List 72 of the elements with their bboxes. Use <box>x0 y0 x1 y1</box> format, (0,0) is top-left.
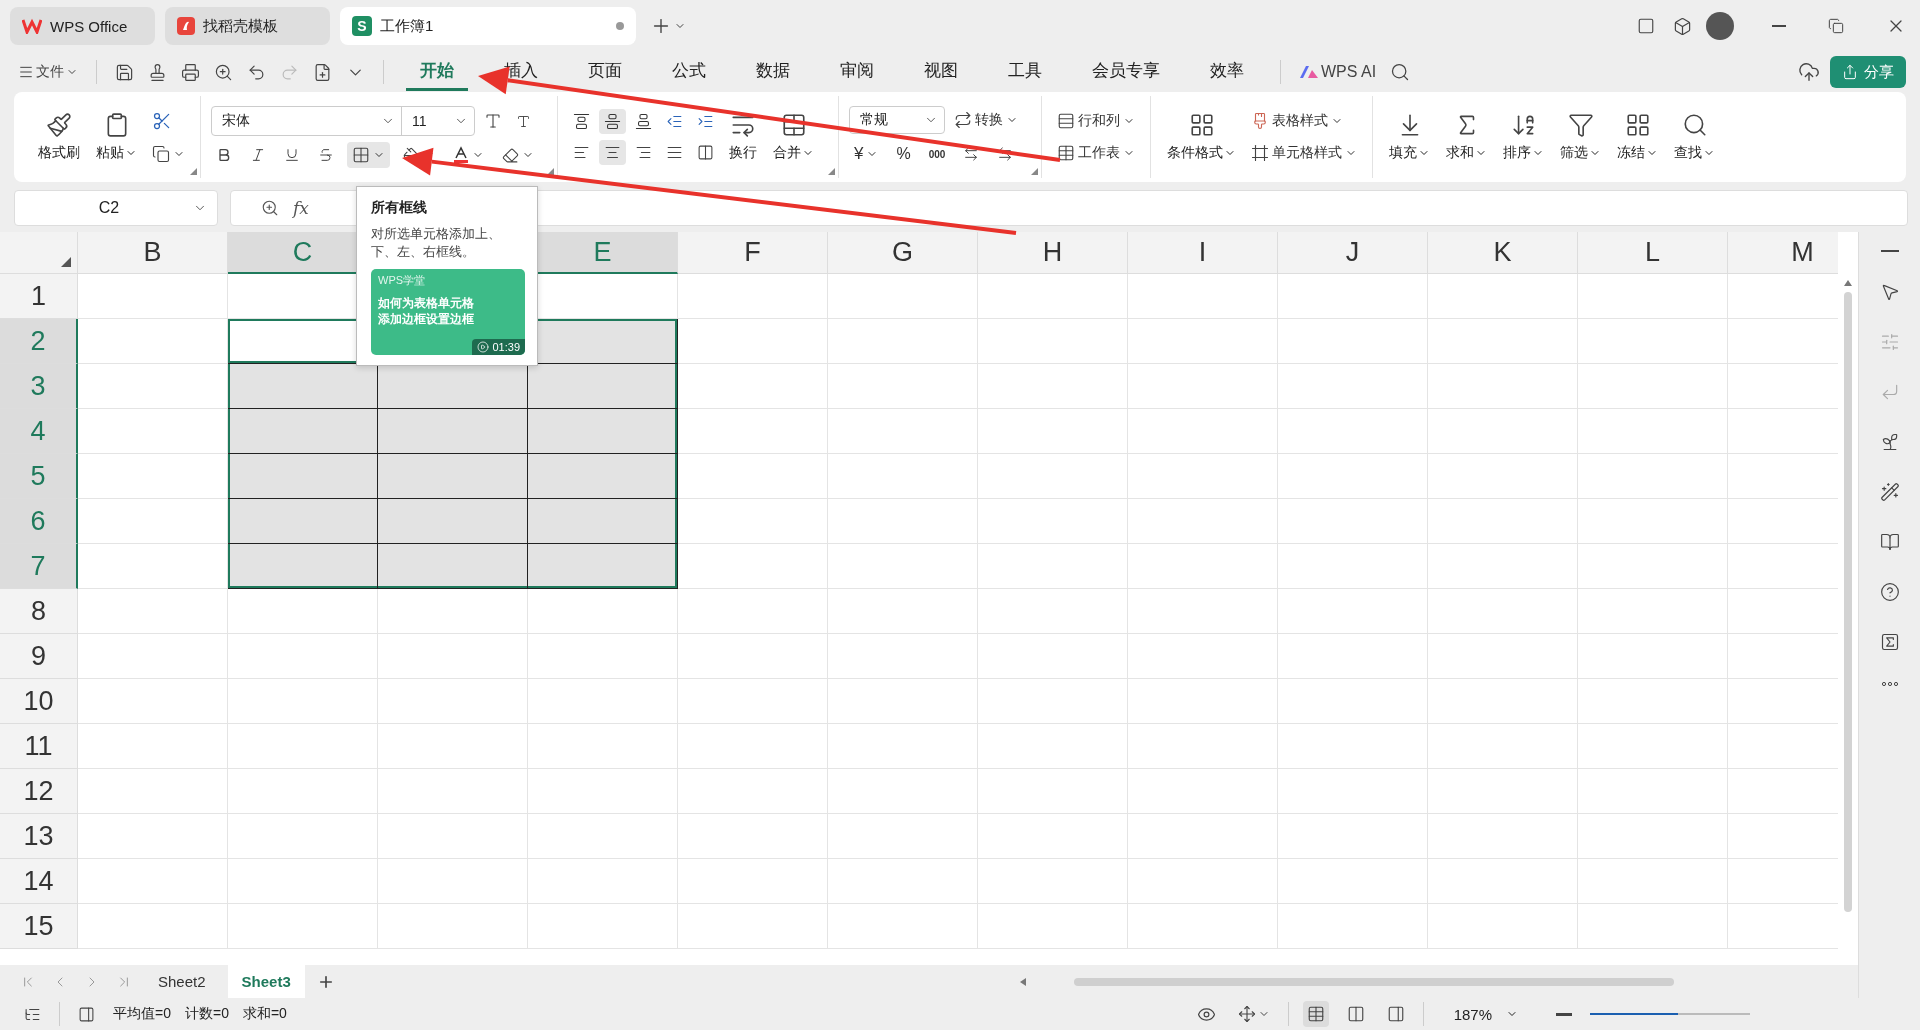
zoom-reading: 187% <box>1453 1005 1492 1023</box>
tool-button[interactable]: 排序 <box>1497 108 1550 166</box>
conditional-format-button[interactable]: 条件格式 <box>1161 108 1242 166</box>
video-brand: WPS学堂 <box>378 273 426 289</box>
worksheet-button[interactable]: 工作表 <box>1052 140 1140 166</box>
sheet-badge: S <box>352 16 372 36</box>
row-header[interactable]: 9 <box>0 634 78 679</box>
row-header[interactable]: 11 <box>0 724 78 769</box>
column-header[interactable]: M <box>1728 232 1838 274</box>
window-tab[interactable]: S 工作簿1 <box>340 7 636 45</box>
ribbon-tab[interactable]: 视图 <box>910 53 972 91</box>
tool-button[interactable]: 填充 <box>1383 108 1436 166</box>
column-header[interactable]: K <box>1428 232 1578 274</box>
convert-button[interactable]: 转换 <box>949 107 1023 133</box>
row-header[interactable]: 15 <box>0 904 78 949</box>
row-header[interactable]: 12 <box>0 769 78 814</box>
column-header[interactable]: B <box>78 232 228 274</box>
currency-button[interactable]: ¥ <box>849 140 884 168</box>
status-stat: 求和=0 <box>242 1005 287 1023</box>
row-header[interactable]: 14 <box>0 859 78 904</box>
ai-button[interactable]: WPS AI <box>1295 59 1381 85</box>
column-header[interactable]: F <box>678 232 828 274</box>
ribbon-tab[interactable]: 数据 <box>742 53 804 91</box>
ribbon-tab[interactable]: 工具 <box>994 53 1056 91</box>
row-header[interactable]: 3 <box>0 364 78 409</box>
table-style-button[interactable]: 表格样式 <box>1246 108 1362 134</box>
ribbon-tab[interactable]: 审阅 <box>826 53 888 91</box>
rows-cols-button[interactable]: 行和列 <box>1052 108 1140 134</box>
column-header[interactable]: L <box>1578 232 1728 274</box>
cell-style-button[interactable]: 单元格样式 <box>1246 140 1362 166</box>
status-stat: 平均值=0 <box>113 1005 171 1023</box>
ribbon-tab[interactable]: 效率 <box>1196 53 1258 91</box>
ribbon-tab[interactable]: 会员专享 <box>1078 53 1174 91</box>
ribbon-tab[interactable]: 页面 <box>574 53 636 91</box>
wrap-button[interactable]: 换行 <box>723 108 763 166</box>
row-header[interactable]: 5 <box>0 454 78 499</box>
sheet-tab[interactable]: Sheet3 <box>227 965 305 998</box>
column-header[interactable]: H <box>978 232 1128 274</box>
video-thumbnail[interactable]: WPS学堂 如何为表格单元格 添加边框设置边框 01:39 <box>371 269 525 356</box>
row-header[interactable]: 4 <box>0 409 78 454</box>
row-header[interactable]: 7 <box>0 544 78 589</box>
fx-label: fx <box>293 198 309 218</box>
name-box[interactable]: C2 <box>14 190 218 226</box>
sheet-tab[interactable]: Sheet2 <box>144 965 220 998</box>
tool-button[interactable]: 查找 <box>1668 108 1721 166</box>
row-header[interactable]: 13 <box>0 814 78 859</box>
paste-button[interactable]: 粘贴 <box>90 108 143 166</box>
video-title: 添加边框设置边框 <box>378 311 474 328</box>
tool-button[interactable]: 筛选 <box>1554 108 1607 166</box>
tool-button[interactable]: 求和 <box>1440 108 1493 166</box>
row-header[interactable]: 6 <box>0 499 78 544</box>
format-painter-button[interactable]: 格式刷 <box>32 108 86 166</box>
merge-button[interactable]: 合并 <box>767 108 820 166</box>
row-header[interactable]: 1 <box>0 274 78 319</box>
ribbon-tab[interactable]: 公式 <box>658 53 720 91</box>
row-header[interactable]: 8 <box>0 589 78 634</box>
tooltip-title: 所有框线 <box>371 199 428 217</box>
column-header[interactable]: G <box>828 232 978 274</box>
status-stat: 计数=0 <box>184 1005 229 1023</box>
column-header[interactable]: J <box>1278 232 1428 274</box>
column-header[interactable]: I <box>1128 232 1278 274</box>
tool-button[interactable]: 冻结 <box>1611 108 1664 166</box>
row-header[interactable]: 2 <box>0 319 78 364</box>
window-tab[interactable]: 找稻壳模板 <box>165 7 330 45</box>
window-tab[interactable]: WPS Office <box>10 7 155 45</box>
percent-button[interactable]: % <box>891 141 916 167</box>
share-button[interactable]: 分享 <box>1830 56 1906 88</box>
row-header[interactable]: 10 <box>0 679 78 724</box>
thousands-button[interactable]: 000 <box>923 144 951 164</box>
video-title: 如何为表格单元格 <box>378 296 474 312</box>
video-duration: 01:39 <box>472 339 525 356</box>
file-menu[interactable]: 文件 <box>14 59 82 85</box>
